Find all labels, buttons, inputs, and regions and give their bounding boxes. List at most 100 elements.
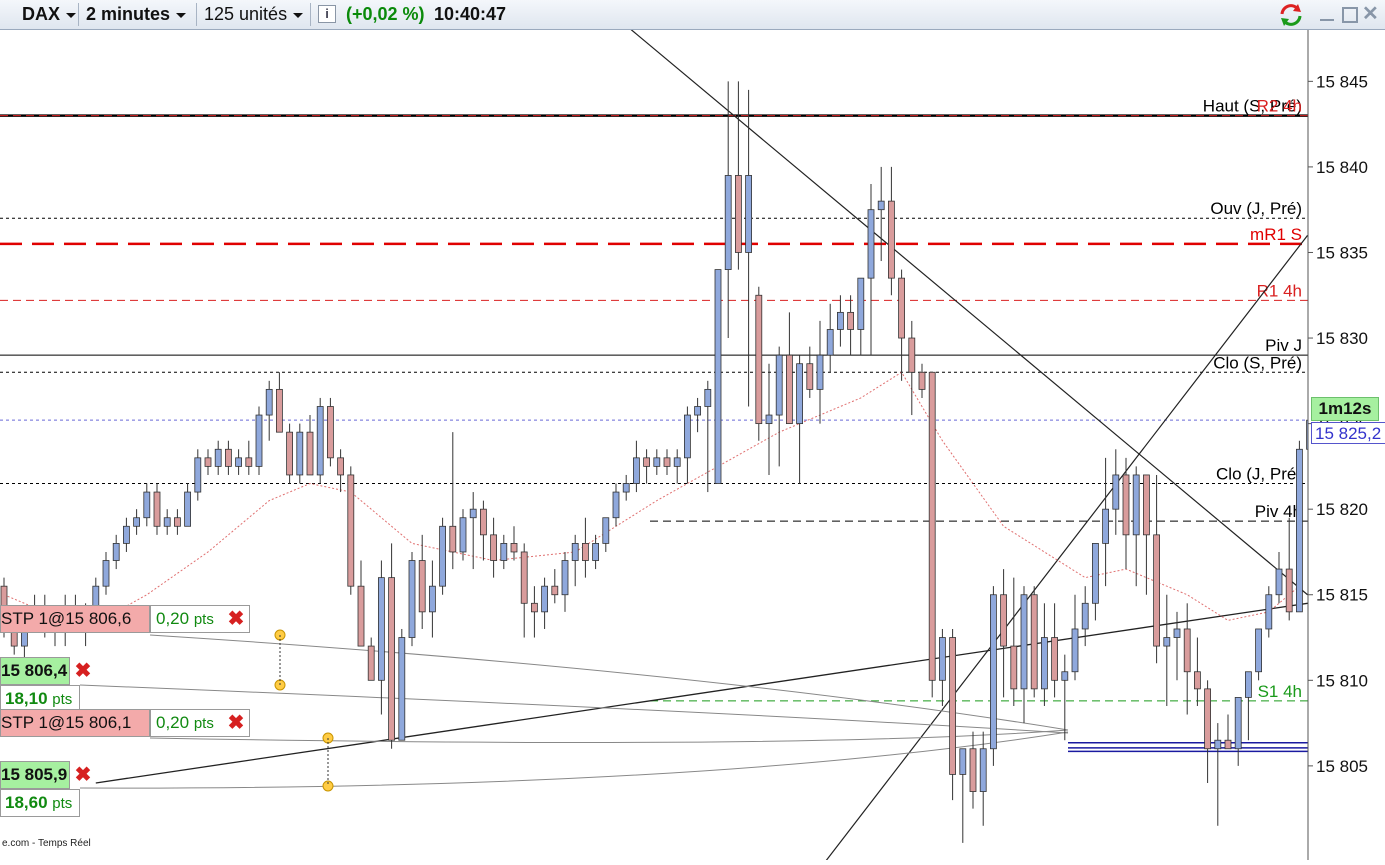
candle-body <box>275 388 283 433</box>
level-label: S1 4h <box>1258 682 1302 701</box>
candle-body <box>337 457 345 476</box>
candle-body <box>377 577 385 681</box>
toolbar-divider <box>310 3 311 26</box>
y-tick-label: 15 840 <box>1316 158 1368 177</box>
timeframe-selector[interactable]: 2 minutes <box>86 0 187 29</box>
level-label: Ouv (J, Pré) <box>1210 199 1302 218</box>
candle-body <box>194 457 202 493</box>
candle-body <box>908 337 916 373</box>
candle-body <box>684 414 691 459</box>
chevron-down-icon <box>293 12 304 18</box>
candle-body <box>123 525 130 544</box>
candle-body <box>510 543 518 553</box>
level-label: R1 4h <box>1257 281 1302 300</box>
limit-order-1[interactable]: 15 806,4 <box>0 657 70 685</box>
last-price-tag: 15 825,2 <box>1311 422 1385 444</box>
candle-body <box>1285 568 1293 613</box>
candle-body <box>847 311 854 330</box>
candle-body <box>255 414 263 467</box>
level-label: Piv 4h <box>1255 502 1302 521</box>
candle-body <box>755 294 763 425</box>
candle-body <box>1153 534 1160 647</box>
candle-body <box>1010 645 1018 690</box>
candle-body <box>806 363 814 390</box>
candle-body <box>286 431 294 476</box>
candle-body <box>479 508 487 536</box>
candle-body <box>1275 568 1283 596</box>
candle-body <box>724 175 732 270</box>
candle-body <box>143 491 151 519</box>
price-chart[interactable]: Haut (S, Pré) R2 4h Ouv (J, Pré) mR1 S R1 4h… <box>0 0 1385 865</box>
candle-body <box>245 457 253 467</box>
candle-body <box>490 534 498 561</box>
candle-body <box>1020 594 1028 690</box>
clock-time: 10:40:47 <box>434 4 507 24</box>
candle-body <box>877 200 885 211</box>
info-icon[interactable]: i <box>318 5 336 23</box>
limit-order-2[interactable]: 15 805,9 <box>0 761 70 789</box>
stop-order-2[interactable]: STP 1@15 806,1 <box>0 709 150 737</box>
instrument-selector[interactable]: DAX <box>22 0 77 29</box>
candle-body <box>1102 508 1109 544</box>
close-icon[interactable]: ✖ <box>71 658 95 684</box>
candle-body <box>959 748 967 775</box>
candle-body <box>939 637 946 681</box>
candle-body <box>153 491 161 527</box>
candle-body <box>918 371 926 390</box>
candle-body <box>1255 628 1262 673</box>
minimize-icon[interactable] <box>1318 4 1336 24</box>
y-tick-label: 15 810 <box>1316 671 1368 690</box>
maximize-icon[interactable] <box>1340 5 1358 23</box>
candle-body <box>357 585 365 647</box>
candle-body <box>112 543 120 561</box>
limit-order-2-pts: 18,60 <box>5 793 48 812</box>
candle-body <box>1000 594 1007 647</box>
moving-average <box>3 371 1300 630</box>
candle-body <box>826 329 834 356</box>
candle-timer: 1m12s <box>1311 397 1379 421</box>
limit-order-2-price: 15 805,9 <box>1 765 68 784</box>
candle-body <box>1143 474 1150 536</box>
candle-body <box>694 406 701 416</box>
stop-order-1[interactable]: STP 1@15 806,6 <box>0 605 150 633</box>
candle-body <box>163 517 171 527</box>
candle-body <box>1112 474 1120 510</box>
candle-body <box>173 517 181 527</box>
candle-body <box>979 748 987 792</box>
order-connector <box>149 729 1069 743</box>
candle-body <box>326 406 334 459</box>
refresh-icon[interactable] <box>1278 2 1304 28</box>
candle-body <box>428 585 436 613</box>
candle-body <box>459 517 467 553</box>
candle-body <box>1030 594 1038 690</box>
candle-body <box>837 311 844 330</box>
candle-body <box>500 543 508 561</box>
timeframe-label: 2 minutes <box>86 4 171 24</box>
close-icon[interactable]: ✕ <box>1362 3 1382 25</box>
units-selector[interactable]: 125 unités <box>204 0 304 29</box>
limit-order-1-pts: 18,10 <box>5 689 48 708</box>
candle-body <box>531 602 538 613</box>
candle-body <box>520 551 528 604</box>
limit-order-2-unit: pts <box>52 795 73 812</box>
candle-body <box>1194 671 1201 690</box>
candle-body <box>898 277 905 339</box>
candle-body <box>551 585 559 596</box>
candle-body <box>969 748 977 792</box>
candle-body <box>1214 739 1222 750</box>
candle-body <box>235 457 243 467</box>
close-icon[interactable]: ✖ <box>224 606 248 632</box>
limit-order-1-unit: pts <box>52 691 73 708</box>
candle-body <box>1296 448 1303 613</box>
candle-body <box>1163 637 1171 647</box>
candle-body <box>367 645 375 681</box>
close-icon[interactable]: ✖ <box>224 710 248 736</box>
stop-order-2-pts: 0,20 <box>156 713 190 732</box>
stop-order-1-label: STP 1@15 806,6 <box>1 609 132 628</box>
candle-body <box>888 200 895 279</box>
toolbar-divider <box>196 3 197 26</box>
candle-body <box>469 508 477 519</box>
candle-body <box>265 388 273 416</box>
close-icon[interactable]: ✖ <box>71 762 95 788</box>
candle-body <box>316 406 324 476</box>
